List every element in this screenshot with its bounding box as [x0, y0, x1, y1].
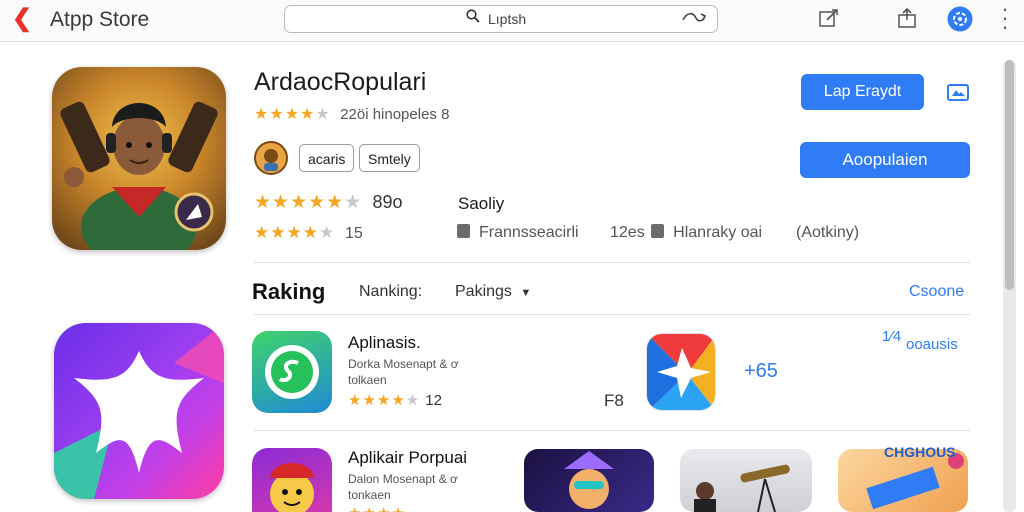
- top-bar: ❮ Atpp Store Lıptsh · · ·: [0, 0, 1024, 42]
- list-item-title[interactable]: Aplikair Porpuai: [348, 448, 467, 468]
- info-text: Hlanraky oai: [673, 224, 763, 241]
- ratings-summary: ★★★★★★ 89o: [254, 191, 403, 214]
- divider: [254, 262, 970, 263]
- side-count: 1⁄4: [882, 328, 902, 345]
- search-input[interactable]: Lıptsh: [284, 5, 718, 33]
- rating-meta: 22öi hinopeles 8: [340, 106, 450, 123]
- secondary-count: 15: [344, 225, 363, 242]
- list-item-subtitle: Dalon Mosenapt & ơ: [348, 472, 458, 486]
- list-item-extra: F8: [604, 391, 624, 410]
- featured-app-icon[interactable]: [54, 323, 224, 499]
- store-icon[interactable]: [946, 80, 970, 102]
- section-label: Saoliy: [458, 194, 505, 213]
- rating-stars: ★★★★: [348, 392, 406, 409]
- more-icon[interactable]: · · ·: [1000, 0, 1010, 38]
- ranking-dropdown[interactable]: Pakings ▼: [455, 283, 531, 301]
- doc-icon: [651, 224, 665, 238]
- info-item: Frannsseacirli: [457, 224, 579, 242]
- ratings-count: 89o: [372, 192, 403, 212]
- rating-star-empty: ★: [344, 192, 362, 213]
- edit-icon[interactable]: [818, 7, 840, 29]
- get-button[interactable]: Aoopulaien: [800, 142, 970, 178]
- primary-action-button[interactable]: Lap Eraydt: [801, 74, 924, 110]
- developer-avatar[interactable]: [254, 141, 288, 175]
- see-more-link[interactable]: Csoone: [909, 283, 964, 301]
- app-icon-compass[interactable]: [646, 333, 716, 411]
- list-item-rating: ★★★★: [348, 504, 406, 512]
- app-icon[interactable]: [52, 67, 226, 250]
- info-item: 12es Hlanraky oai: [610, 224, 762, 242]
- list-item-category: tolkaen: [348, 373, 387, 387]
- divider: [254, 430, 970, 431]
- search-icon: [466, 9, 480, 28]
- game-tile[interactable]: [524, 449, 654, 512]
- ranking-title: Raking: [252, 279, 326, 304]
- list-item-icon[interactable]: [252, 448, 332, 512]
- scrollbar[interactable]: [1003, 60, 1016, 512]
- info-prefix: 12es: [610, 224, 645, 241]
- rating-stars: ★★★★: [254, 223, 319, 242]
- side-label[interactable]: ooausis: [906, 336, 958, 353]
- list-item-count: 12: [425, 392, 442, 409]
- rating-star-empty: ★: [315, 106, 330, 123]
- cloud-icon[interactable]: [681, 8, 707, 31]
- secondary-rating: ★★★★★ 15: [254, 223, 363, 243]
- info-text: Frannsseacirli: [479, 224, 579, 241]
- doc-icon: [457, 224, 470, 238]
- list-item-subtitle: Dorka Mosenapt & ơ: [348, 357, 459, 371]
- rating-stars: ★★★★: [348, 505, 406, 512]
- rating-stars: ★★★★: [254, 106, 316, 123]
- photo-tile[interactable]: [680, 449, 812, 512]
- ranking-dropdown-value: Pakings: [455, 283, 512, 300]
- share-icon[interactable]: [896, 7, 918, 29]
- app-rating: ★★★★★ 22öi hinopeles 8: [254, 104, 449, 124]
- app-title: Atpp Store: [50, 8, 150, 31]
- rating-star-empty: ★: [318, 223, 335, 242]
- list-item-category: tonkaen: [348, 488, 391, 502]
- tag-chip[interactable]: Smtely: [359, 144, 420, 172]
- search-text: Lıptsh: [488, 11, 527, 27]
- ranking-filter-label: Nanking:: [359, 283, 423, 300]
- list-item-icon[interactable]: [252, 331, 332, 413]
- rating-star-empty: ★: [405, 392, 420, 409]
- list-item-title[interactable]: Aplinasis.: [348, 333, 421, 353]
- back-icon[interactable]: ❮: [12, 7, 32, 31]
- divider: [254, 314, 970, 315]
- promo-tile-label: CHGHOUS: [884, 444, 956, 460]
- list-item-value: +65: [744, 360, 778, 382]
- tag-chip[interactable]: acaris: [299, 144, 355, 172]
- app-name: ArdaocRopulari: [254, 68, 427, 96]
- scrollbar-thumb[interactable]: [1005, 60, 1014, 290]
- rating-stars: ★★★★★: [254, 192, 345, 213]
- list-item-rating: ★★★★★ 12: [348, 391, 442, 409]
- chevron-down-icon: ▼: [520, 287, 532, 299]
- account-icon[interactable]: [947, 6, 973, 32]
- info-item: (Aotkiny): [796, 224, 860, 241]
